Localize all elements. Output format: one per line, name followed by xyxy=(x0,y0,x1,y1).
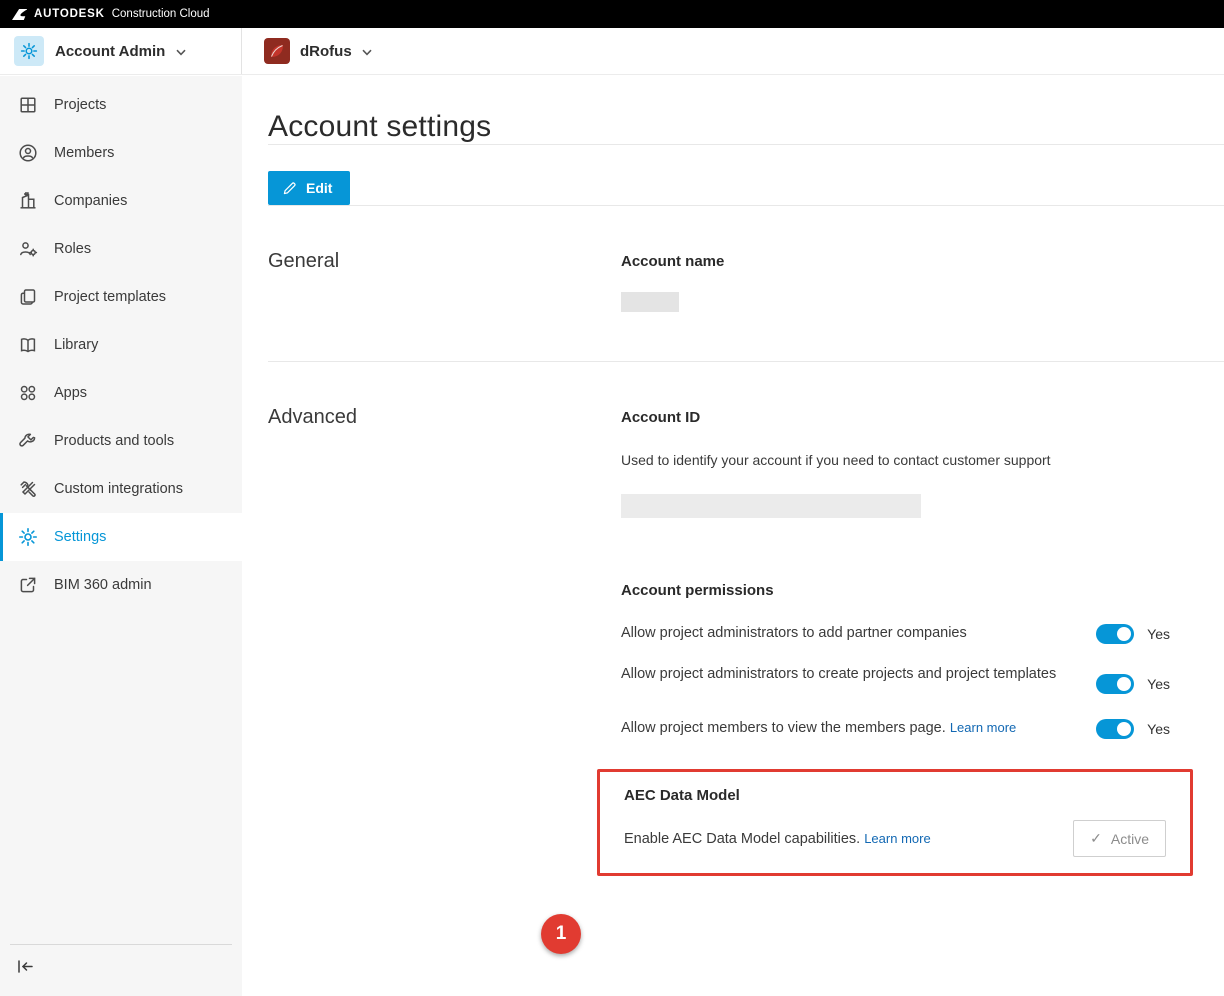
account-id-label: Account ID xyxy=(621,409,1224,426)
toggle-on[interactable] xyxy=(1096,624,1134,644)
app-header: Account Admin dRofus xyxy=(0,28,1224,75)
advanced-section: Advanced Account ID Used to identify you… xyxy=(268,362,1224,876)
divider xyxy=(268,144,1224,145)
sidebar-item-projects[interactable]: Projects xyxy=(0,81,242,129)
advanced-heading: Advanced xyxy=(268,406,621,876)
project-templates-icon xyxy=(18,287,38,307)
collapse-sidebar-icon[interactable] xyxy=(16,958,35,975)
account-name: dRofus xyxy=(300,43,352,60)
sidebar-item-label: Apps xyxy=(54,385,87,401)
general-heading: General xyxy=(268,250,621,312)
app-switcher[interactable]: Account Admin xyxy=(0,28,242,74)
custom-integrations-icon xyxy=(18,479,38,499)
companies-icon xyxy=(18,191,38,211)
learn-more-link[interactable]: Learn more xyxy=(864,831,930,846)
chevron-down-icon xyxy=(176,49,186,56)
sidebar-item-label: Custom integrations xyxy=(54,481,183,497)
main-content: Account settings Edit General Account na… xyxy=(242,76,1224,996)
learn-more-link[interactable]: Learn more xyxy=(950,720,1016,735)
general-section: General Account name xyxy=(268,206,1224,361)
edit-button[interactable]: Edit xyxy=(268,171,350,205)
permissions-rows: Allow project administrators to add part… xyxy=(621,623,1224,739)
permission-label: Allow project members to view the member… xyxy=(621,718,1016,739)
aec-data-model-description: Enable AEC Data Model capabilities. Lear… xyxy=(624,831,931,847)
account-admin-badge-icon xyxy=(14,36,44,66)
sidebar-item-library[interactable]: Library xyxy=(0,321,242,369)
app-name: Account Admin xyxy=(55,43,165,60)
sidebar-item-label: Members xyxy=(54,145,114,161)
projects-icon xyxy=(18,95,38,115)
advanced-fields: Account ID Used to identify your account… xyxy=(621,406,1224,876)
toggle-on[interactable] xyxy=(1096,719,1134,739)
aec-active-button-label: Active xyxy=(1111,831,1149,847)
chevron-down-icon xyxy=(362,49,372,56)
account-id-help-text: Used to identify your account if you nee… xyxy=(621,452,1224,468)
library-icon xyxy=(18,335,38,355)
sidebar-footer xyxy=(10,944,232,996)
aec-data-model-highlight-box: AEC Data Model Enable AEC Data Model cap… xyxy=(597,769,1193,876)
toggle-value-label: Yes xyxy=(1147,626,1170,642)
account-permissions-heading: Account permissions xyxy=(621,582,1224,599)
sidebar-item-project-templates[interactable]: Project templates xyxy=(0,273,242,321)
permission-control: Yes xyxy=(1096,624,1170,644)
permission-label-text: Allow project members to view the member… xyxy=(621,720,946,736)
sidebar-item-bim360-admin[interactable]: BIM 360 admin xyxy=(0,561,242,609)
check-icon: ✓ xyxy=(1090,830,1102,847)
members-icon xyxy=(18,143,38,163)
account-selector[interactable]: dRofus xyxy=(242,38,372,64)
permission-row-create-projects: Allow project administrators to create p… xyxy=(621,664,1170,694)
sidebar-item-label: Roles xyxy=(54,241,91,257)
sidebar-item-companies[interactable]: Companies xyxy=(0,177,242,225)
sidebar-item-roles[interactable]: Roles xyxy=(0,225,242,273)
sidebar-item-label: Companies xyxy=(54,193,127,209)
sidebar: Projects Members Companies Roles Project… xyxy=(0,76,242,996)
sidebar-item-label: Settings xyxy=(54,529,106,545)
toggle-value-label: Yes xyxy=(1147,721,1170,737)
drofus-logo xyxy=(264,38,290,64)
account-name-value-redacted xyxy=(621,292,679,312)
aec-description-text: Enable AEC Data Model capabilities. xyxy=(624,831,860,847)
permission-control: Yes xyxy=(1096,719,1170,739)
toggle-value-label: Yes xyxy=(1147,676,1170,692)
products-and-tools-icon xyxy=(18,431,38,451)
permission-label: Allow project administrators to add part… xyxy=(621,623,967,644)
aec-data-model-row: Enable AEC Data Model capabilities. Lear… xyxy=(624,820,1166,857)
autodesk-logo-icon xyxy=(12,9,27,20)
sidebar-item-apps[interactable]: Apps xyxy=(0,369,242,417)
annotation-marker-1: 1 xyxy=(541,914,581,954)
sidebar-item-label: Project templates xyxy=(54,289,166,305)
external-link-icon xyxy=(18,575,38,595)
toggle-on[interactable] xyxy=(1096,674,1134,694)
product-name-text: Construction Cloud xyxy=(112,8,210,20)
account-name-label: Account name xyxy=(621,253,1224,270)
aec-data-model-heading: AEC Data Model xyxy=(624,787,1166,804)
sidebar-item-members[interactable]: Members xyxy=(0,129,242,177)
topbar: AUTODESK Construction Cloud xyxy=(0,0,1224,28)
general-fields: Account name xyxy=(621,250,1224,312)
sidebar-item-label: Projects xyxy=(54,97,106,113)
edit-button-label: Edit xyxy=(306,180,332,196)
autodesk-brand-text: AUTODESK xyxy=(34,8,105,20)
page-title: Account settings xyxy=(268,110,1224,144)
sidebar-item-label: BIM 360 admin xyxy=(54,577,152,593)
settings-icon xyxy=(18,527,38,547)
sidebar-item-label: Library xyxy=(54,337,98,353)
permission-row-partner-companies: Allow project administrators to add part… xyxy=(621,623,1170,644)
sidebar-item-settings[interactable]: Settings xyxy=(0,513,242,561)
roles-icon xyxy=(18,239,38,259)
permission-row-view-members: Allow project members to view the member… xyxy=(621,718,1170,739)
permission-label: Allow project administrators to create p… xyxy=(621,664,1056,685)
sidebar-item-label: Products and tools xyxy=(54,433,174,449)
aec-active-button[interactable]: ✓ Active xyxy=(1073,820,1166,857)
account-id-value-redacted xyxy=(621,494,921,518)
apps-icon xyxy=(18,383,38,403)
permission-control: Yes xyxy=(1096,674,1170,694)
sidebar-item-products-and-tools[interactable]: Products and tools xyxy=(0,417,242,465)
sidebar-item-custom-integrations[interactable]: Custom integrations xyxy=(0,465,242,513)
pencil-icon xyxy=(282,181,297,196)
